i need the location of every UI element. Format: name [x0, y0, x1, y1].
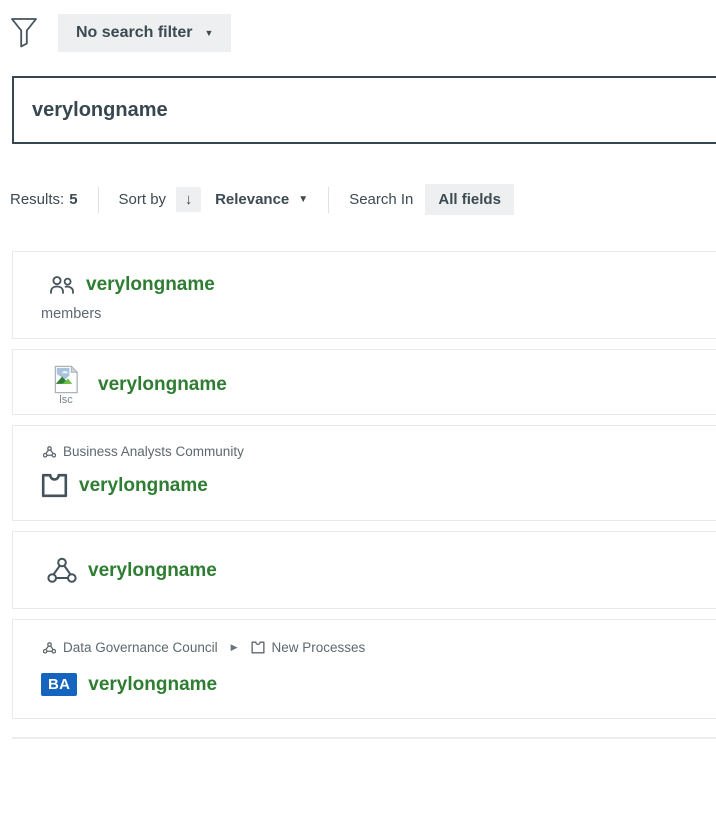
search-filter-dropdown[interactable]: No search filter ▼ — [58, 14, 231, 52]
filter-bar: No search filter ▼ — [10, 14, 716, 52]
search-box — [12, 76, 716, 144]
breadcrumb: Business Analysts Community — [43, 444, 694, 459]
search-in-fields-button[interactable]: All fields — [425, 184, 514, 215]
search-input[interactable] — [14, 78, 716, 142]
results-toolbar: Results: 5 Sort by ↓ Relevance ▼ Search … — [10, 184, 716, 215]
sort-direction-button[interactable]: ↓ — [176, 187, 201, 212]
result-title-link[interactable]: verylongname — [88, 560, 217, 582]
result-card-image: lsc verylongname — [12, 349, 716, 415]
asset-type-badge: BA — [41, 673, 77, 696]
breadcrumb-separator-icon: ▶ — [231, 642, 238, 653]
search-results-list: verylongname members lsc verylongname — [0, 251, 716, 739]
result-title-link[interactable]: verylongname — [88, 674, 217, 696]
filter-funnel-icon[interactable] — [10, 17, 38, 49]
breadcrumb-domain-link[interactable]: New Processes — [272, 640, 366, 655]
divider — [328, 187, 329, 213]
result-title-link[interactable]: verylongname — [79, 475, 208, 497]
result-card-community: verylongname — [12, 531, 716, 609]
arrow-down-icon: ↓ — [185, 191, 193, 208]
result-title-link[interactable]: verylongname — [86, 274, 215, 296]
results-label: Results: — [10, 191, 64, 208]
next-card-top-border — [12, 737, 716, 739]
domain-icon — [41, 473, 68, 498]
breadcrumb-community-link[interactable]: Business Analysts Community — [63, 444, 244, 459]
result-card-members: verylongname members — [12, 251, 716, 339]
divider — [98, 187, 99, 213]
sort-by-label: Sort by — [119, 191, 167, 208]
domain-icon — [251, 641, 265, 654]
broken-image-icon: lsc — [49, 364, 83, 406]
result-card-domain: Business Analysts Community verylongname — [12, 425, 716, 521]
community-icon — [43, 446, 56, 458]
breadcrumb-community-link[interactable]: Data Governance Council — [63, 640, 218, 655]
image-alt-text: lsc — [59, 394, 72, 406]
result-card-asset: Data Governance Council ▶ New Processes … — [12, 619, 716, 719]
community-icon — [43, 642, 56, 654]
breadcrumb: Data Governance Council ▶ New Processes — [43, 640, 694, 655]
search-in-label: Search In — [349, 191, 413, 208]
result-title-link[interactable]: verylongname — [98, 374, 227, 396]
chevron-down-icon: ▼ — [204, 29, 213, 38]
community-icon — [47, 557, 77, 584]
members-icon — [49, 275, 75, 295]
results-count: 5 — [69, 191, 77, 208]
sort-value-dropdown[interactable]: Relevance — [215, 191, 289, 208]
search-filter-label: No search filter — [76, 24, 192, 42]
chevron-down-icon[interactable]: ▼ — [298, 194, 308, 205]
result-subtitle: members — [41, 306, 694, 322]
